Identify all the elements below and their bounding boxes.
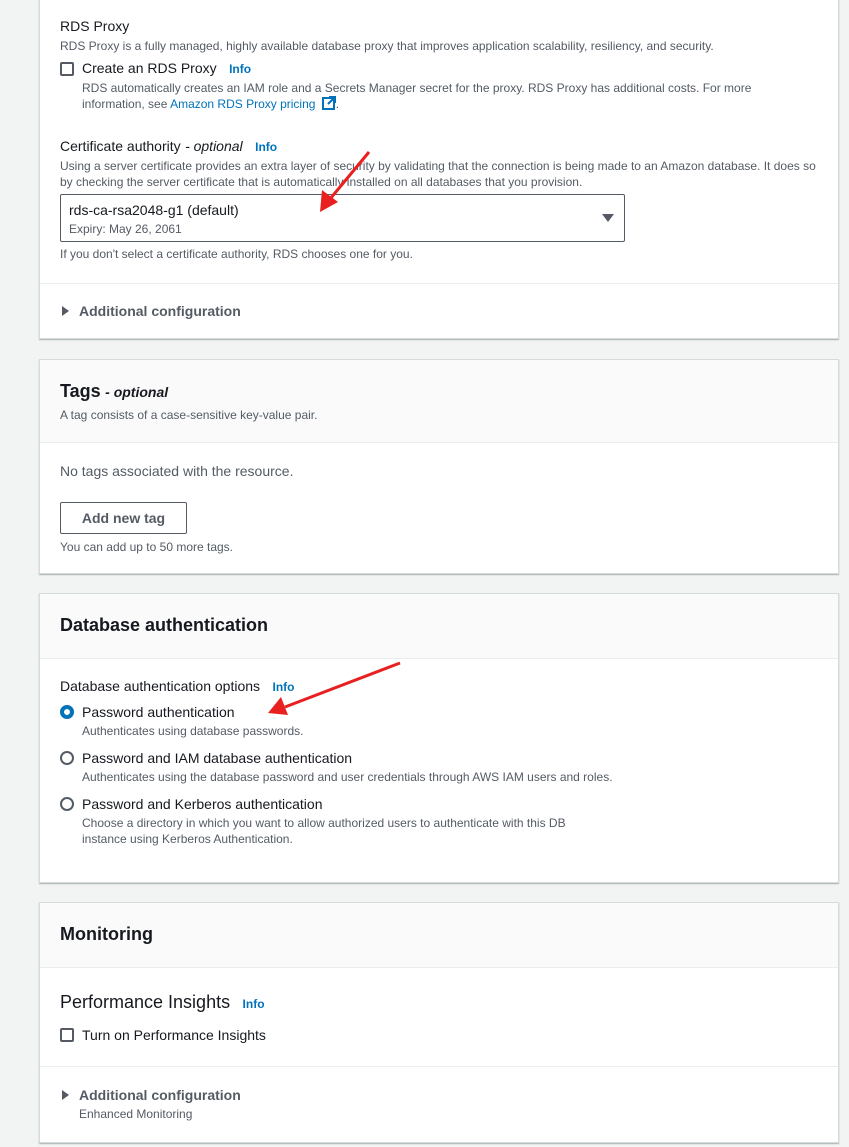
tags-panel: Tags - optional A tag consists of a case…	[39, 359, 839, 574]
add-new-tag-button[interactable]: Add new tag	[60, 502, 187, 534]
certificate-authority-select[interactable]: rds-ca-rsa2048-g1 (default) Expiry: May …	[60, 194, 625, 242]
external-link-icon[interactable]	[321, 96, 336, 110]
certificate-authority-info-link[interactable]: Info	[255, 140, 277, 154]
tags-hint: You can add up to 50 more tags.	[60, 540, 234, 554]
tags-title-optional: - optional	[105, 384, 169, 400]
connectivity-panel: RDS Proxy RDS Proxy is a fully managed, …	[39, 0, 839, 339]
rds-proxy-note: RDS automatically creates an IAM role an…	[82, 80, 802, 112]
certificate-authority-description: Using a server certificate provides an e…	[60, 159, 816, 189]
performance-insights-heading-row: Performance Insights Info	[60, 992, 265, 1013]
performance-insights-info-link[interactable]: Info	[243, 997, 265, 1011]
rds-proxy-description: RDS Proxy is a fully managed, highly ava…	[60, 39, 714, 53]
monitoring-panel: Monitoring Performance Insights Info Tur…	[39, 902, 839, 1143]
password-iam-authentication-description: Authenticates using the database passwor…	[82, 770, 613, 784]
monitoring-title: Monitoring	[60, 924, 153, 944]
performance-insights-checkbox-label[interactable]: Turn on Performance Insights	[82, 1027, 266, 1043]
certificate-authority-hint: If you don't select a certificate author…	[60, 247, 413, 261]
create-rds-proxy-checkbox[interactable]	[60, 62, 74, 76]
create-rds-proxy-label[interactable]: Create an RDS Proxy	[82, 60, 217, 76]
rds-proxy-info-link[interactable]: Info	[229, 62, 251, 76]
caret-down-icon[interactable]	[602, 214, 614, 222]
performance-insights-heading: Performance Insights	[60, 992, 231, 1012]
auth-panel-header: Database authentication	[40, 594, 838, 659]
additional-configuration-expander[interactable]: Additional configuration	[60, 303, 260, 323]
database-authentication-title: Database authentication	[60, 615, 269, 635]
enhanced-monitoring-subtitle: Enhanced Monitoring	[79, 1107, 193, 1121]
auth-options-info-link[interactable]: Info	[273, 680, 295, 694]
certificate-authority-label: Certificate authority	[60, 138, 181, 154]
password-kerberos-authentication-label[interactable]: Password and Kerberos authentication	[82, 796, 322, 812]
caret-right-icon	[62, 1090, 69, 1100]
create-rds-proxy-row: Create an RDS Proxy Info	[82, 60, 251, 78]
monitoring-panel-header: Monitoring	[40, 903, 838, 968]
certificate-authority-selected-value: rds-ca-rsa2048-g1 (default)	[69, 202, 239, 218]
tags-description: A tag consists of a case-sensitive key-v…	[60, 408, 318, 422]
password-kerberos-authentication-radio[interactable]	[60, 797, 74, 811]
certificate-authority-optional: - optional	[185, 138, 243, 154]
monitoring-additional-configuration-expander[interactable]: Additional configuration	[60, 1087, 260, 1107]
password-authentication-label[interactable]: Password authentication	[82, 704, 235, 720]
password-authentication-radio[interactable]	[60, 705, 74, 719]
additional-configuration-label: Additional configuration	[79, 303, 241, 319]
rds-proxy-pricing-link[interactable]: Amazon RDS Proxy pricing	[170, 97, 315, 111]
tags-empty-text: No tags associated with the resource.	[60, 463, 294, 479]
password-kerberos-authentication-description-line1: Choose a directory in which you want to …	[82, 816, 566, 830]
password-authentication-description: Authenticates using database passwords.	[82, 724, 304, 738]
performance-insights-checkbox[interactable]	[60, 1028, 74, 1042]
monitoring-additional-configuration-label: Additional configuration	[79, 1087, 241, 1103]
rds-proxy-note-end: .	[335, 97, 340, 111]
divider	[40, 1066, 838, 1067]
auth-options-label-row: Database authentication options Info	[60, 678, 295, 696]
rds-proxy-heading: RDS Proxy	[60, 18, 130, 34]
tags-title-row: Tags - optional	[60, 381, 168, 402]
caret-right-icon	[62, 306, 69, 316]
database-authentication-panel: Database authentication Database authent…	[39, 593, 839, 883]
certificate-authority-label-row: Certificate authority - optional Info	[60, 138, 277, 156]
certificate-authority-expiry: Expiry: May 26, 2061	[69, 222, 182, 236]
divider	[40, 283, 838, 284]
tags-title: Tags	[60, 381, 101, 401]
tags-panel-header: Tags - optional A tag consists of a case…	[40, 360, 838, 443]
password-iam-authentication-label[interactable]: Password and IAM database authentication	[82, 750, 352, 766]
auth-options-label: Database authentication options	[60, 678, 261, 694]
password-iam-authentication-radio[interactable]	[60, 751, 74, 765]
password-kerberos-authentication-description-line2: instance using Kerberos Authentication.	[82, 832, 293, 846]
